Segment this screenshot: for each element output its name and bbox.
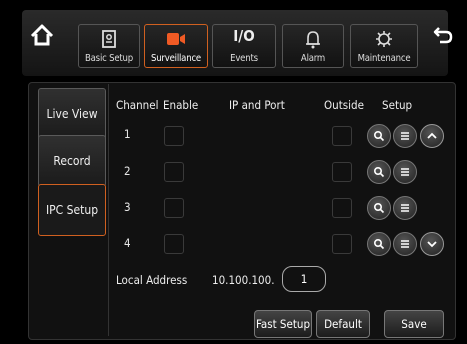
io-icon: I/O [233,27,255,45]
search-button[interactable] [367,196,391,220]
tab-events[interactable]: I/O Events [212,24,276,68]
list-button[interactable] [393,196,417,220]
header-ip-and-port: IP and Port [229,98,285,112]
list-button[interactable] [393,124,417,148]
tab-surveillance[interactable]: Surveillance [144,24,208,68]
tab-label: Maintenance [357,53,411,64]
outside-checkbox[interactable] [332,234,352,254]
local-address-input[interactable] [282,266,326,292]
list-button[interactable] [393,232,417,256]
search-button[interactable] [367,124,391,148]
outside-checkbox[interactable] [332,162,352,182]
tab-label: Events [230,53,258,64]
chevron-down-icon [427,241,437,248]
list-icon [401,240,409,248]
enable-checkbox[interactable] [164,198,184,218]
sidebar-item-live-view[interactable]: Live View [38,88,106,140]
list-button[interactable] [393,160,417,184]
camera-icon [145,29,207,49]
list-icon [401,132,409,140]
search-icon [373,130,385,142]
save-button[interactable]: Save [384,310,444,338]
channel-number: 2 [124,164,131,178]
outside-checkbox[interactable] [332,198,352,218]
tab-basic-setup[interactable]: Basic Setup [78,24,140,68]
tab-label: Alarm [300,53,326,64]
enable-checkbox[interactable] [164,162,184,182]
channel-number: 1 [124,127,131,141]
search-button[interactable] [367,232,391,256]
tab-label: Surveillance [150,53,201,64]
search-icon [373,238,385,250]
enable-checkbox[interactable] [164,126,184,146]
wrench-icon [351,29,417,49]
outside-checkbox[interactable] [332,126,352,146]
tab-maintenance[interactable]: Maintenance [350,24,418,68]
fast-setup-button[interactable]: Fast Setup [254,310,312,338]
header-enable: Enable [163,98,199,112]
enable-checkbox[interactable] [164,234,184,254]
back-arrow-icon[interactable] [430,22,456,48]
scroll-up-button[interactable] [420,124,444,148]
search-icon [373,166,385,178]
header-outside: Outside [324,98,364,112]
list-icon [401,204,409,212]
search-icon [373,202,385,214]
tab-alarm[interactable]: Alarm [282,24,344,68]
tab-label: Basic Setup [84,53,134,64]
chevron-up-icon [427,132,437,139]
scroll-down-button[interactable] [420,232,444,256]
channel-number: 3 [124,200,131,214]
basic-setup-icon [79,29,139,49]
bell-icon [283,29,343,49]
sidebar-item-record[interactable]: Record [38,135,106,187]
channel-number: 4 [124,236,131,250]
list-icon [401,168,409,176]
sidebar-item-ipc-setup[interactable]: IPC Setup [38,184,106,236]
default-button[interactable]: Default [316,310,370,338]
header-setup: Setup [382,98,413,112]
local-address-label: Local Address [116,273,188,287]
header-channel: Channel [116,98,159,112]
home-icon[interactable] [28,22,56,48]
local-address-prefix: 10.100.100. [212,273,275,287]
search-button[interactable] [367,160,391,184]
